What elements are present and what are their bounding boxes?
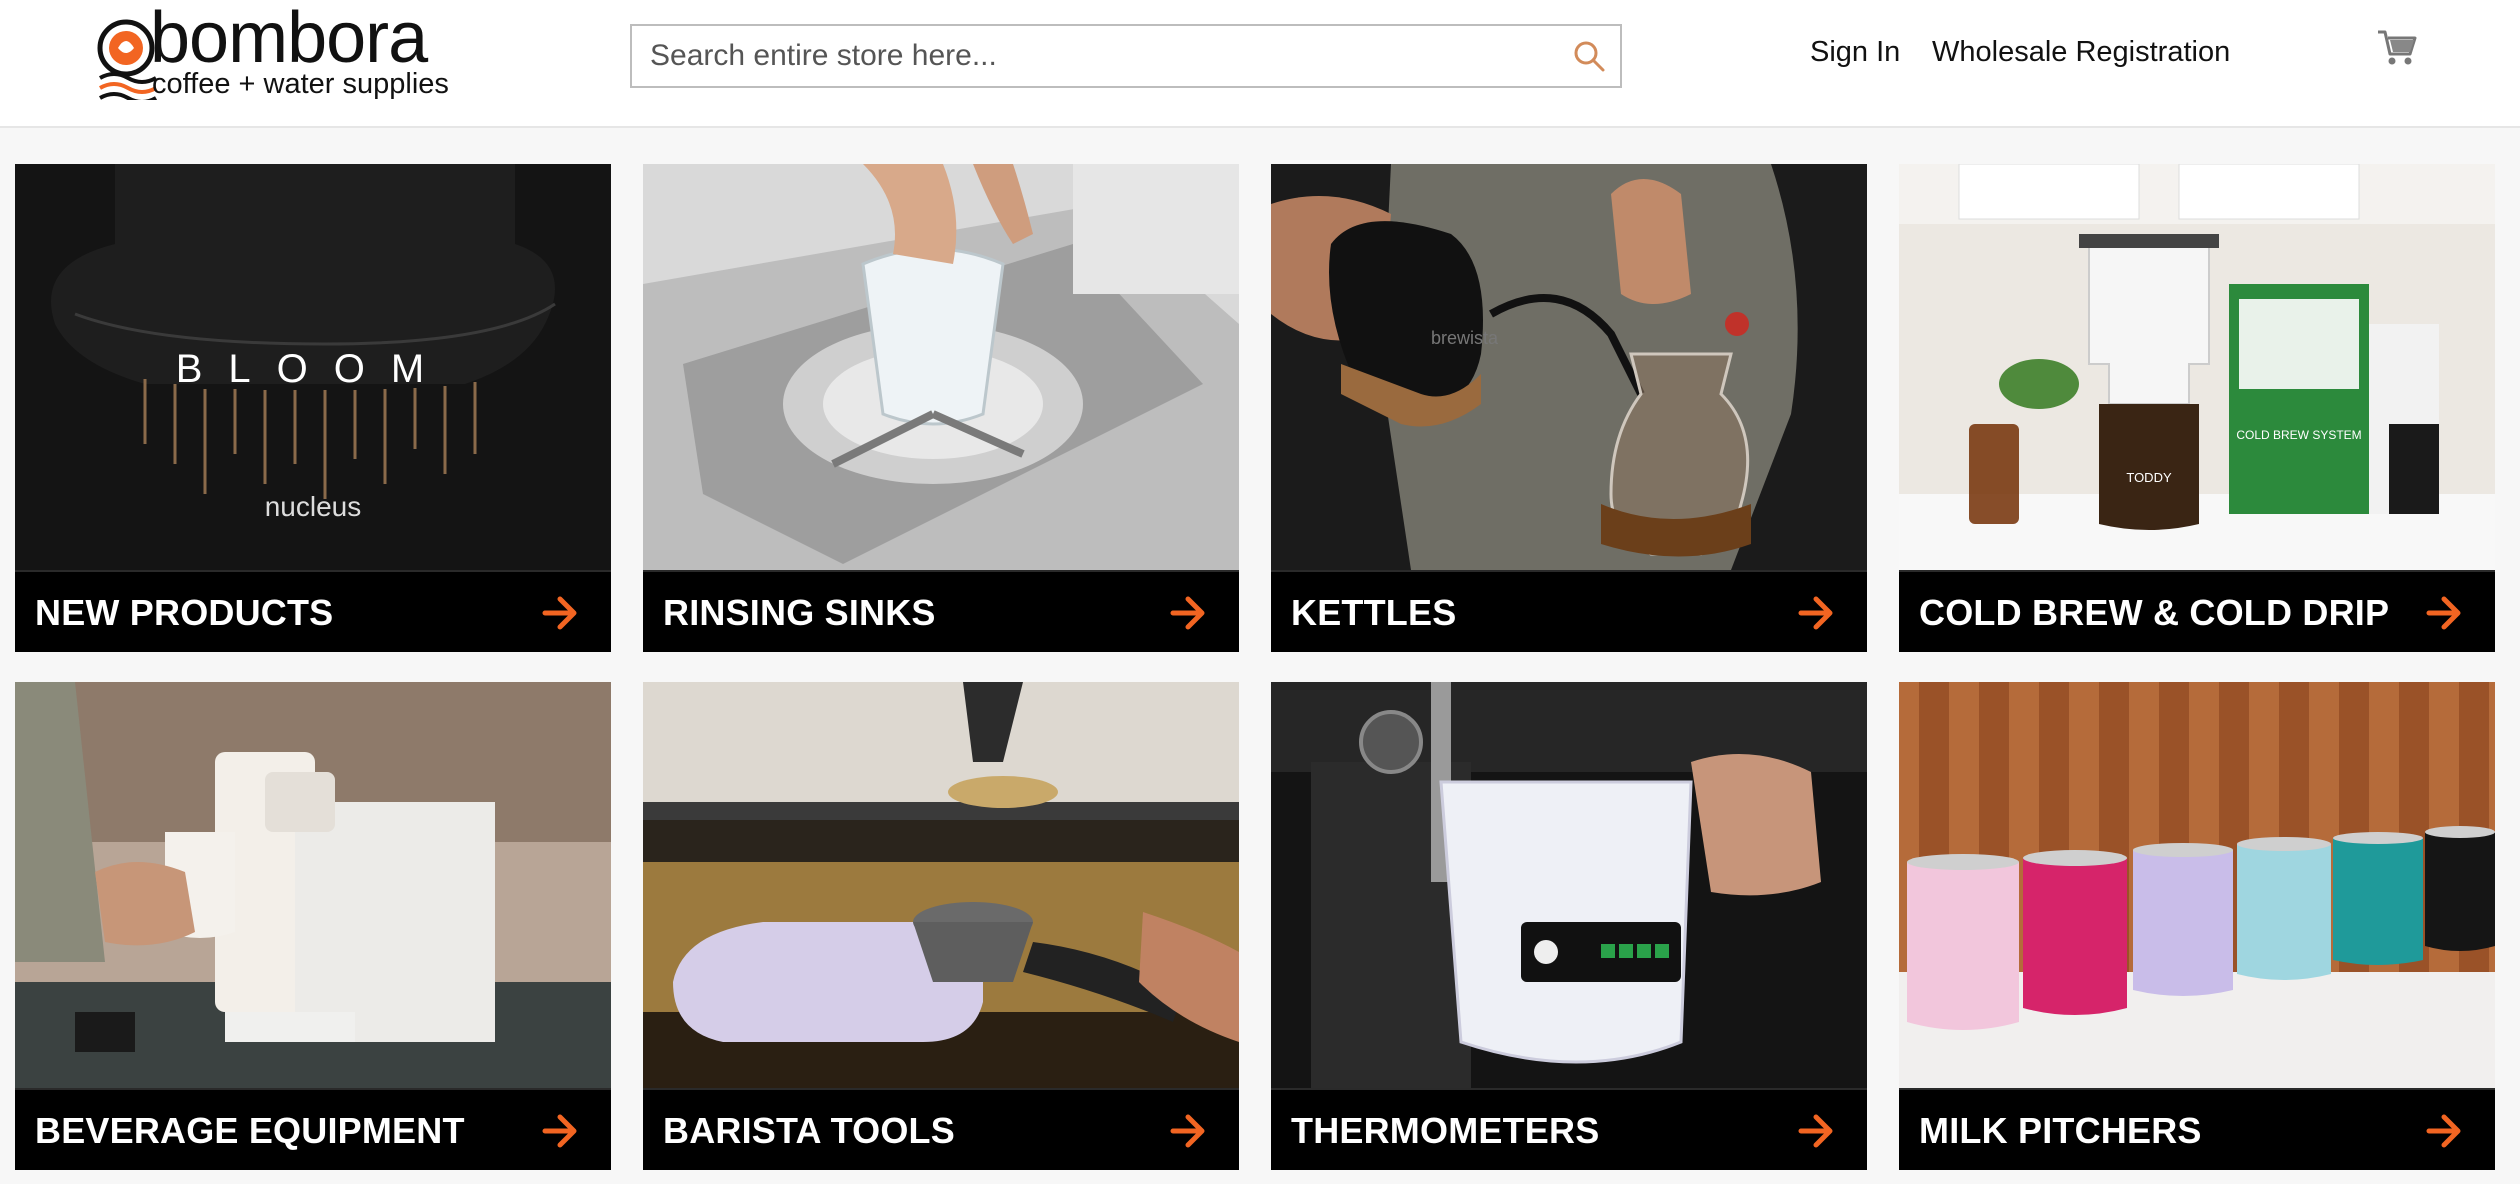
category-card-barista-tools[interactable]: BARISTA TOOLS [643,682,1239,1170]
wholesale-registration-link[interactable]: Wholesale Registration [1932,36,2230,69]
arrow-right-icon[interactable] [1797,1112,1835,1150]
search-box [630,24,1622,88]
toddy-wordmark: TODDY [2126,470,2172,485]
category-image-new-products: BLOOM nucleus [15,164,611,570]
brewista-wordmark: brewista [1431,328,1499,348]
arrow-right-icon[interactable] [541,594,579,632]
search-icon[interactable] [1572,39,1606,73]
category-image-thermometers [1271,682,1867,1088]
nucleus-wordmark: nucleus [265,491,362,522]
category-label: THERMOMETERS [1291,1110,1600,1151]
category-image-cold-brew: TODDY COLD BREW SYSTEM [1899,164,2495,570]
category-label: KETTLES [1291,592,1457,633]
category-bar: THERMOMETERS [1271,1088,1867,1170]
category-label: BARISTA TOOLS [663,1110,955,1151]
category-card-beverage-equipment[interactable]: BEVERAGE EQUIPMENT [15,682,611,1170]
category-label: MILK PITCHERS [1919,1110,2202,1151]
site-header: bombora coffee + water supplies Sign In … [0,0,2520,128]
category-label: COLD BREW & COLD DRIP [1919,592,2390,633]
logo-wordmark: bombora [150,0,428,78]
bloom-wordmark: BLOOM [176,347,450,391]
logo-tagline: coffee + water supplies [152,68,449,100]
category-bar: KETTLES [1271,570,1867,652]
search-input[interactable] [632,26,1532,86]
category-card-cold-brew[interactable]: TODDY COLD BREW SYSTEM COLD BREW & COLD … [1899,164,2495,652]
category-label: NEW PRODUCTS [35,592,334,633]
category-card-kettles[interactable]: brewista KETTLES [1271,164,1867,652]
category-bar: NEW PRODUCTS [15,570,611,652]
arrow-right-icon[interactable] [1169,594,1207,632]
arrow-right-icon[interactable] [541,1112,579,1150]
category-label: RINSING SINKS [663,592,936,633]
sign-in-link[interactable]: Sign In [1810,36,1900,69]
category-bar: COLD BREW & COLD DRIP [1899,570,2495,652]
category-bar: RINSING SINKS [643,570,1239,652]
arrow-right-icon[interactable] [1169,1112,1207,1150]
arrow-right-icon[interactable] [2425,1112,2463,1150]
cart-icon[interactable] [2376,28,2418,68]
category-image-milk-pitchers [1899,682,2495,1088]
site-logo[interactable]: bombora coffee + water supplies [92,2,492,102]
category-card-rinsing-sinks[interactable]: RINSING SINKS [643,164,1239,652]
category-card-milk-pitchers[interactable]: MILK PITCHERS [1899,682,2495,1170]
cold-brew-box-text: COLD BREW SYSTEM [2236,428,2361,442]
arrow-right-icon[interactable] [1797,594,1835,632]
category-bar: BEVERAGE EQUIPMENT [15,1088,611,1170]
category-bar: BARISTA TOOLS [643,1088,1239,1170]
category-grid: BLOOM nucleus NEW PRODUCTS RINSING SINKS… [15,164,2505,1172]
category-image-rinsing-sinks [643,164,1239,570]
category-bar: MILK PITCHERS [1899,1088,2495,1170]
category-image-barista-tools [643,682,1239,1088]
arrow-right-icon[interactable] [2425,594,2463,632]
category-card-thermometers[interactable]: THERMOMETERS [1271,682,1867,1170]
category-image-beverage-equipment [15,682,611,1088]
category-label: BEVERAGE EQUIPMENT [35,1110,465,1151]
category-card-new-products[interactable]: BLOOM nucleus NEW PRODUCTS [15,164,611,652]
category-image-kettles: brewista [1271,164,1867,570]
